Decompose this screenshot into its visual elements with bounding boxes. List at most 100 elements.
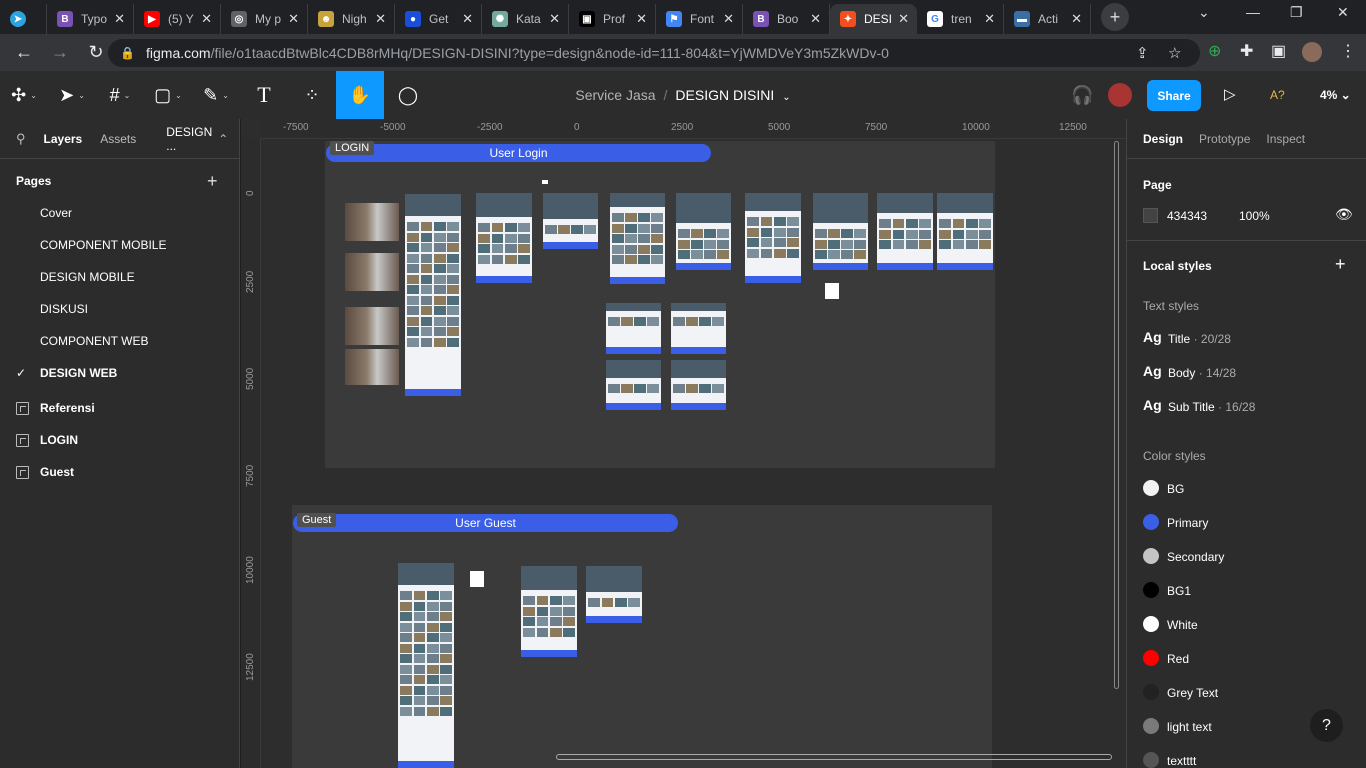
audio-headphones-icon[interactable]: 🎧 bbox=[1071, 85, 1093, 106]
forward-button[interactable]: → bbox=[44, 37, 76, 69]
browser-tab[interactable]: ◎ My p ✕ bbox=[221, 4, 308, 34]
close-tab-icon[interactable]: ✕ bbox=[462, 11, 473, 27]
bookmark-star-icon[interactable]: ☆ bbox=[1168, 44, 1181, 62]
eye-icon[interactable]: 👁 bbox=[1335, 206, 1353, 223]
zoom-level[interactable]: 4% ⌄ bbox=[1320, 88, 1351, 102]
accessibility-label[interactable]: A? bbox=[1270, 88, 1285, 102]
browser-tab[interactable]: ▬ Acti ✕ bbox=[1004, 4, 1091, 34]
design-frame[interactable] bbox=[476, 193, 532, 283]
close-tab-icon[interactable]: ✕ bbox=[201, 11, 212, 27]
close-tab-icon[interactable]: ✕ bbox=[288, 11, 299, 27]
browser-tab[interactable]: ⚑ Font ✕ bbox=[656, 4, 743, 34]
horizontal-scrollbar[interactable] bbox=[556, 754, 1112, 760]
url-field[interactable]: 🔒 figma.com/file/o1taacdBtwBlc4CDB8rMHq/… bbox=[108, 38, 1200, 67]
browser-tab-telegram[interactable]: ➤ bbox=[0, 4, 47, 34]
section-login-title[interactable]: User Login bbox=[326, 144, 711, 162]
help-button[interactable]: ? bbox=[1310, 709, 1343, 742]
close-tab-icon[interactable]: ✕ bbox=[898, 11, 909, 27]
comment-tool-button[interactable]: ◯ bbox=[384, 71, 432, 119]
shape-tool-button[interactable]: ▢ ⌄ bbox=[144, 71, 192, 119]
small-component-frame[interactable] bbox=[470, 571, 484, 587]
section-guest-title[interactable]: User Guest bbox=[293, 514, 678, 532]
design-frame[interactable] bbox=[877, 193, 933, 270]
close-tab-icon[interactable]: ✕ bbox=[636, 11, 647, 27]
close-tab-icon[interactable]: ✕ bbox=[114, 11, 125, 27]
extensions-puzzle-icon[interactable]: ✚ bbox=[1240, 41, 1253, 61]
chevron-down-icon[interactable]: ⌄ bbox=[782, 92, 790, 103]
search-icon[interactable]: ⚲ bbox=[16, 131, 26, 147]
close-tab-icon[interactable]: ✕ bbox=[723, 11, 734, 27]
design-frame[interactable] bbox=[676, 193, 731, 270]
browser-tab[interactable]: ▶ (5) Y ✕ bbox=[134, 4, 221, 34]
tab-assets[interactable]: Assets bbox=[100, 132, 136, 146]
color-style-item[interactable]: Secondary bbox=[1167, 550, 1224, 564]
page-item[interactable]: DISKUSI bbox=[40, 302, 88, 316]
page-color-swatch[interactable] bbox=[1143, 208, 1158, 223]
color-style-item[interactable]: Red bbox=[1167, 652, 1189, 666]
color-style-item[interactable]: BG bbox=[1167, 482, 1184, 496]
page-item[interactable]: COMPONENT WEB bbox=[40, 334, 148, 348]
color-style-item[interactable]: light text bbox=[1167, 720, 1212, 734]
hand-tool-button[interactable]: ✋ bbox=[336, 71, 384, 119]
close-tab-icon[interactable]: ✕ bbox=[1071, 11, 1082, 27]
browser-tab[interactable]: ▣ Prof ✕ bbox=[569, 4, 656, 34]
project-name[interactable]: Service Jasa bbox=[575, 87, 655, 103]
tab-inspect[interactable]: Inspect bbox=[1266, 132, 1305, 146]
tab-search-icon[interactable]: ⌄ bbox=[1198, 4, 1210, 21]
color-style-item[interactable]: White bbox=[1167, 618, 1198, 632]
move-tool-button[interactable]: ➤ ⌄ bbox=[48, 71, 96, 119]
design-frame[interactable] bbox=[671, 303, 726, 354]
text-style-item[interactable]: Sub Title · 16/28 bbox=[1168, 400, 1255, 414]
main-menu-button[interactable]: ✣ ⌄ bbox=[0, 71, 48, 119]
mobile-screen-frame[interactable] bbox=[345, 203, 399, 241]
add-style-icon[interactable]: + bbox=[1335, 254, 1346, 275]
browser-tab[interactable]: ✦ DESI ✕ bbox=[830, 4, 917, 34]
resources-button[interactable]: ⁘ bbox=[288, 71, 336, 119]
page-item[interactable]: DESIGN WEB bbox=[40, 366, 117, 380]
browser-tab[interactable]: B Typo ✕ bbox=[47, 4, 134, 34]
mobile-screen-frame[interactable] bbox=[345, 307, 399, 345]
tab-current-page[interactable]: DESIGN ... bbox=[166, 125, 212, 153]
browser-tab[interactable]: ● Get ✕ bbox=[395, 4, 482, 34]
close-tab-icon[interactable]: ✕ bbox=[984, 11, 995, 27]
text-tool-button[interactable]: T bbox=[240, 71, 288, 119]
design-frame[interactable] bbox=[606, 303, 661, 354]
small-component-frame[interactable] bbox=[542, 180, 548, 184]
share-page-icon[interactable]: ⇪ bbox=[1136, 44, 1149, 62]
design-frame[interactable] bbox=[606, 360, 661, 410]
design-frame[interactable] bbox=[610, 193, 665, 284]
canvas[interactable]: -7500 -5000 -2500 0 2500 5000 7500 10000 12500 0… bbox=[241, 119, 1126, 768]
section-guest-tag[interactable]: Guest bbox=[297, 513, 337, 527]
mobile-screen-frame[interactable] bbox=[345, 349, 399, 385]
browser-menu-icon[interactable]: ⋮ bbox=[1340, 41, 1356, 61]
browser-tab[interactable]: ☻ Nigh ✕ bbox=[308, 4, 395, 34]
extension-plus-icon[interactable]: ⊕ bbox=[1208, 41, 1221, 61]
tab-layers[interactable]: Layers bbox=[44, 132, 83, 146]
color-style-item[interactable]: textttt bbox=[1167, 754, 1196, 768]
page-item[interactable]: DESIGN MOBILE bbox=[40, 270, 135, 284]
section-login-tag[interactable]: LOGIN bbox=[330, 141, 375, 155]
frame-tool-button[interactable]: # ⌄ bbox=[96, 71, 144, 119]
restore-icon[interactable]: ❐ bbox=[1290, 4, 1303, 21]
page-item[interactable]: Cover bbox=[40, 206, 72, 220]
minimize-icon[interactable]: — bbox=[1246, 4, 1260, 20]
design-frame[interactable] bbox=[813, 193, 868, 270]
present-play-icon[interactable]: ▷ bbox=[1224, 85, 1236, 103]
design-frame[interactable] bbox=[521, 566, 577, 657]
layer-item[interactable]: LOGIN bbox=[40, 433, 78, 447]
small-component-frame[interactable] bbox=[825, 283, 839, 299]
add-page-icon[interactable]: + bbox=[207, 171, 218, 192]
text-style-item[interactable]: Body · 14/28 bbox=[1168, 366, 1236, 380]
chevron-up-icon[interactable]: ⌃ bbox=[218, 132, 228, 146]
design-frame[interactable] bbox=[586, 566, 642, 623]
page-color-value[interactable]: 434343 bbox=[1167, 209, 1207, 223]
browser-tab[interactable]: ✺ Kata ✕ bbox=[482, 4, 569, 34]
tab-design[interactable]: Design bbox=[1143, 132, 1183, 146]
close-tab-icon[interactable]: ✕ bbox=[810, 11, 821, 27]
text-style-item[interactable]: Title · 20/28 bbox=[1168, 332, 1231, 346]
design-frame[interactable] bbox=[405, 194, 461, 396]
page-opacity-value[interactable]: 100% bbox=[1239, 209, 1270, 223]
vertical-scrollbar[interactable] bbox=[1114, 141, 1119, 689]
design-frame[interactable] bbox=[745, 193, 801, 283]
mobile-screen-frame[interactable] bbox=[345, 253, 399, 291]
